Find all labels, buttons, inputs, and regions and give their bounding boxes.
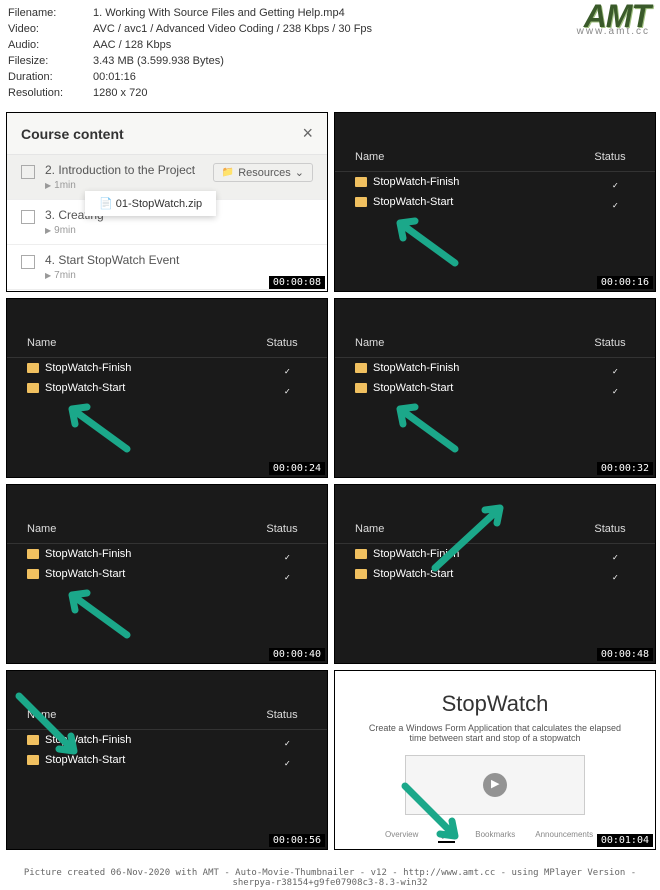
arrow-icon — [57, 580, 137, 640]
logo-url: www.amt.cc — [577, 24, 650, 40]
video-label: Video: — [8, 21, 93, 37]
slide-subtitle: Create a Windows Form Application that c… — [365, 723, 625, 743]
timestamp: 00:00:08 — [269, 276, 325, 289]
arrow-icon — [395, 781, 475, 850]
column-name[interactable]: Name — [355, 151, 585, 163]
course-item-meta: 9min — [45, 225, 313, 236]
arrow-icon — [385, 394, 465, 454]
resources-button[interactable]: Resources⌄ — [213, 163, 313, 182]
folder-icon — [355, 363, 367, 373]
column-name[interactable]: Name — [27, 523, 257, 535]
folder-row[interactable]: StopWatch-Finish — [335, 172, 655, 192]
folder-row[interactable]: StopWatch-Start — [335, 192, 655, 212]
resolution-value: 1280 x 720 — [93, 85, 147, 101]
thumbnail-8[interactable]: StopWatch Create a Windows Form Applicat… — [334, 670, 656, 850]
arrow-icon — [9, 691, 89, 761]
footer-text: Picture created 06-Nov-2020 with AMT - A… — [0, 868, 660, 888]
folder-icon — [27, 383, 39, 393]
course-title: Course content — [21, 126, 124, 142]
timestamp: 00:00:24 — [269, 462, 325, 475]
column-name[interactable]: Name — [355, 337, 585, 349]
folder-icon — [355, 383, 367, 393]
thumbnail-1[interactable]: Course content × 2. Introduction to the … — [6, 112, 328, 292]
checkbox-icon[interactable] — [21, 255, 35, 269]
course-header: Course content × — [7, 113, 327, 155]
course-item-label: 4. Start StopWatch Event — [45, 253, 313, 267]
column-status[interactable]: Status — [585, 151, 635, 163]
filename-value: 1. Working With Source Files and Getting… — [93, 5, 345, 21]
folder-icon — [355, 569, 367, 579]
column-status[interactable]: Status — [257, 523, 307, 535]
resources-dropdown-item[interactable]: 01-StopWatch.zip — [85, 191, 216, 216]
resolution-label: Resolution: — [8, 85, 93, 101]
checkbox-icon[interactable] — [21, 210, 35, 224]
audio-label: Audio: — [8, 37, 93, 53]
course-item-label: 2. Introduction to the Project — [45, 163, 213, 177]
metadata-header: Filename:1. Working With Source Files an… — [0, 0, 660, 106]
timestamp: 00:00:40 — [269, 648, 325, 661]
audio-value: AAC / 128 Kbps — [93, 37, 171, 53]
timestamp: 00:01:04 — [597, 834, 653, 847]
folder-icon — [27, 569, 39, 579]
column-name[interactable]: Name — [27, 337, 257, 349]
logo: AMT www.amt.cc — [577, 8, 650, 40]
filesize-value: 3.43 MB (3.599.938 Bytes) — [93, 53, 224, 69]
chevron-down-icon: ⌄ — [295, 166, 304, 179]
filename-label: Filename: — [8, 5, 93, 21]
folder-row[interactable]: StopWatch-Finish — [7, 358, 327, 378]
folder-icon — [355, 177, 367, 187]
column-status[interactable]: Status — [585, 523, 635, 535]
timestamp: 00:00:32 — [597, 462, 653, 475]
thumbnail-3[interactable]: NameStatus StopWatch-Finish StopWatch-St… — [6, 298, 328, 478]
course-item-meta: 1min — [45, 180, 213, 191]
duration-value: 00:01:16 — [93, 69, 136, 85]
duration-label: Duration: — [8, 69, 93, 85]
thumbnail-7[interactable]: NameStatus StopWatch-Finish StopWatch-St… — [6, 670, 328, 850]
folder-row[interactable]: StopWatch-Start — [7, 564, 327, 584]
folder-icon — [355, 549, 367, 559]
tab-announcements[interactable]: Announcements — [535, 830, 593, 843]
play-icon[interactable] — [483, 773, 507, 797]
arrow-icon — [385, 208, 465, 268]
folder-row[interactable]: StopWatch-Finish — [335, 358, 655, 378]
folder-row[interactable]: StopWatch-Start — [7, 378, 327, 398]
tab-bookmarks[interactable]: Bookmarks — [475, 830, 515, 843]
thumbnail-6[interactable]: NameStatus StopWatch-Finish StopWatch-St… — [334, 484, 656, 664]
thumbnail-5[interactable]: NameStatus StopWatch-Finish StopWatch-St… — [6, 484, 328, 664]
folder-row[interactable]: StopWatch-Finish — [7, 544, 327, 564]
column-status[interactable]: Status — [585, 337, 635, 349]
timestamp: 00:00:56 — [269, 834, 325, 847]
column-status[interactable]: Status — [257, 337, 307, 349]
timestamp: 00:00:48 — [597, 648, 653, 661]
arrow-icon — [425, 493, 515, 573]
timestamp: 00:00:16 — [597, 276, 653, 289]
slide-title: StopWatch — [365, 691, 625, 717]
video-value: AVC / avc1 / Advanced Video Coding / 238… — [93, 21, 372, 37]
close-icon[interactable]: × — [302, 123, 313, 144]
logo-text: AMT — [577, 8, 650, 24]
filesize-label: Filesize: — [8, 53, 93, 69]
checkbox-icon[interactable] — [21, 165, 35, 179]
thumbnail-4[interactable]: NameStatus StopWatch-Finish StopWatch-St… — [334, 298, 656, 478]
thumbnail-2[interactable]: NameStatus StopWatch-Finish StopWatch-St… — [334, 112, 656, 292]
thumbnail-grid: Course content × 2. Introduction to the … — [0, 106, 660, 856]
folder-row[interactable]: StopWatch-Start — [335, 378, 655, 398]
folder-icon — [27, 363, 39, 373]
folder-icon — [27, 549, 39, 559]
column-status[interactable]: Status — [257, 709, 307, 721]
arrow-icon — [57, 394, 137, 454]
folder-icon — [355, 197, 367, 207]
